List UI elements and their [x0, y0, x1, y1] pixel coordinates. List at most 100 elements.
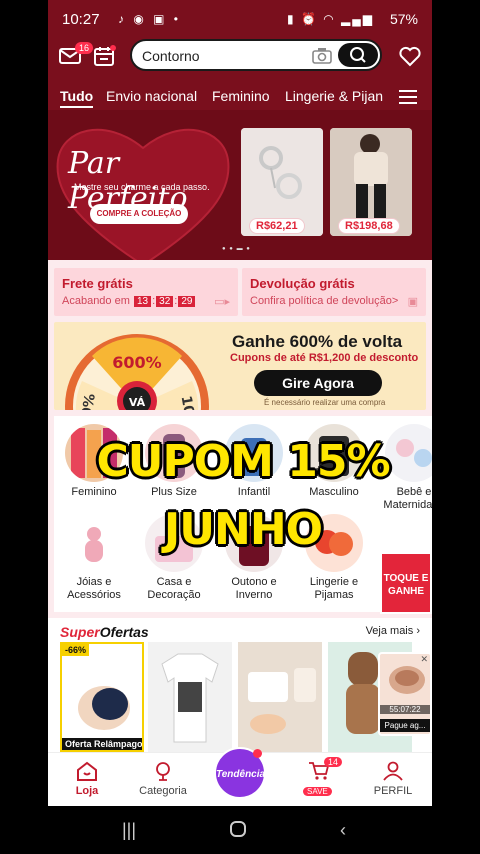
- category-label: Infantil: [237, 486, 271, 498]
- wheel-subtitle: Cupons de até R$1,200 de desconto: [230, 352, 419, 364]
- status-time: 10:27: [62, 11, 100, 28]
- battery-level: 57%: [389, 11, 418, 27]
- pay-now-button[interactable]: Pague ag...: [380, 719, 430, 732]
- category-casa[interactable]: Casa e Decoração: [134, 514, 214, 602]
- category-label: Bebê e Maternidade: [383, 486, 432, 511]
- category-lingerie[interactable]: Lingerie e Pijamas: [294, 514, 374, 602]
- free-returns-card[interactable]: Devolução grátis Confira política de dev…: [242, 268, 426, 316]
- product-price: R$62,21: [249, 218, 305, 234]
- nav-loja[interactable]: Loja: [52, 761, 122, 797]
- mail-icon[interactable]: 16: [58, 42, 94, 68]
- offer-card-skincare[interactable]: [238, 642, 322, 752]
- status-bar: 10:27 ♪ ◉ ▣ • ▮ ⏰ ◠ ▂▄▆ 57%: [48, 0, 432, 38]
- powder-compact-image: [78, 686, 130, 730]
- tab-envio-nacional[interactable]: Envio nacional: [106, 88, 197, 104]
- wheel-top-value: 600%: [112, 353, 161, 372]
- cart-count-badge: 14: [324, 757, 343, 767]
- top-header: 16 Contorno: [48, 36, 432, 76]
- tab-tudo[interactable]: Tudo: [60, 88, 94, 108]
- tap-and-win-badge[interactable]: TOQUE E GANHE: [380, 552, 432, 614]
- category-image: [305, 514, 363, 572]
- spin-wheel-banner[interactable]: 600% VÁ 00% 100 Ganhe 600% de volta Cupo…: [54, 322, 426, 410]
- app-screen: 10:27 ♪ ◉ ▣ • ▮ ⏰ ◠ ▂▄▆ 57% 16 Contorno: [48, 0, 432, 854]
- nav-cart[interactable]: 14 SAVE: [284, 757, 354, 796]
- wheel-center-label: VÁ: [129, 396, 146, 409]
- timer-hours: 13: [133, 296, 152, 307]
- category-image: [305, 424, 363, 482]
- home-icon: [76, 761, 98, 781]
- spin-now-button[interactable]: Gire Agora: [254, 370, 382, 396]
- category-bebe[interactable]: Bebê e Maternidade: [374, 424, 432, 512]
- see-more-link[interactable]: Veja mais ›: [366, 625, 420, 637]
- see-more-label: Veja mais: [365, 625, 414, 637]
- category-outono-inverno[interactable]: Outono e Inverno: [214, 514, 294, 602]
- search-input[interactable]: Contorno: [130, 39, 382, 71]
- tshirt-image: [161, 653, 219, 743]
- category-feminino[interactable]: Feminino: [54, 424, 134, 499]
- home-button-icon[interactable]: [229, 820, 247, 843]
- return-box-icon: ▣: [407, 296, 418, 308]
- hero-banner[interactable]: Par Perfeito Mostre seu charme a cada pa…: [48, 110, 432, 267]
- category-label: Plus Size: [151, 486, 197, 498]
- tab-lingerie[interactable]: Lingerie & Pijan: [285, 88, 383, 104]
- category-label: Feminino: [71, 486, 117, 498]
- category-plus-size[interactable]: Plus Size: [134, 424, 214, 499]
- category-infantil[interactable]: Infantil: [214, 424, 294, 499]
- banner-product-boots[interactable]: R$198,68: [330, 128, 412, 236]
- offer-card-powder[interactable]: -66% Oferta Relâmpago: [60, 642, 144, 752]
- calendar-dot: [110, 45, 116, 51]
- category-masculino[interactable]: Masculino: [294, 424, 374, 499]
- android-navigation-bar: ||| ‹: [0, 806, 480, 854]
- category-image: [225, 514, 283, 572]
- camera-icon[interactable]: [312, 47, 332, 65]
- category-image: [145, 424, 203, 482]
- banner-product-earrings[interactable]: R$62,21: [241, 128, 323, 236]
- shop-collection-button[interactable]: COMPRE A COLEÇÃO: [90, 204, 188, 224]
- flash-offer-label: Oferta Relâmpago: [62, 738, 142, 750]
- free-shipping-card[interactable]: Frete grátis Acabando em 13:32:29 ▭▸: [54, 268, 238, 316]
- menu-icon[interactable]: [398, 88, 418, 106]
- discount-badge: -66%: [62, 644, 90, 656]
- category-grid: Feminino Plus Size Infantil Masculino Be…: [54, 416, 432, 612]
- bottom-navigation: Loja Categoria Tendências 14 SAVE PERFIL: [48, 747, 432, 806]
- product-price: R$198,68: [338, 218, 400, 234]
- nav-perfil[interactable]: PERFIL: [358, 761, 428, 797]
- floating-live-video[interactable]: ✕ 55:07:22 Pague ag...: [378, 652, 432, 736]
- carousel-indicator: ● ● ▬ ●: [222, 246, 251, 252]
- category-image: [385, 424, 432, 482]
- nav-categoria[interactable]: Categoria: [128, 761, 198, 797]
- back-icon[interactable]: ‹: [340, 820, 346, 841]
- notification-dot: [253, 749, 262, 758]
- category-label: Outono e Inverno: [231, 576, 277, 601]
- recent-apps-icon[interactable]: |||: [122, 820, 136, 841]
- category-image: [145, 514, 203, 572]
- nav-tendencias[interactable]: Tendências: [214, 747, 271, 799]
- free-returns-sub: Confira política de devolução>: [250, 295, 399, 307]
- close-icon[interactable]: ✕: [420, 654, 428, 665]
- nav-label: Loja: [75, 785, 99, 797]
- banner-subtitle: Mostre seu charme a cada passo.: [74, 182, 210, 192]
- calendar-icon[interactable]: [92, 44, 116, 68]
- search-text: Contorno: [142, 48, 200, 64]
- free-returns-title: Devolução grátis: [250, 276, 355, 291]
- categories-icon: [152, 761, 174, 781]
- super-offers-title: SuperOfertas: [60, 624, 149, 640]
- countdown-label: Acabando em: [62, 295, 130, 307]
- mail-badge: 16: [75, 42, 94, 54]
- offer-card-tshirt[interactable]: [148, 642, 232, 752]
- category-label: Lingerie e Pijamas: [309, 576, 359, 601]
- timer-seconds: 29: [178, 296, 196, 307]
- category-image: [65, 424, 123, 482]
- tab-feminino[interactable]: Feminino: [212, 88, 270, 104]
- category-label: Masculino: [309, 486, 359, 498]
- category-joias[interactable]: Jóias e Acessórios: [54, 514, 134, 602]
- cart-save-badge: SAVE: [303, 787, 332, 796]
- nav-label: Tendências: [216, 769, 271, 780]
- free-shipping-countdown: Acabando em 13:32:29: [62, 295, 196, 307]
- search-button[interactable]: [338, 43, 378, 67]
- wheel-title: Ganhe 600% de volta: [232, 332, 403, 351]
- free-shipping-title: Frete grátis: [62, 276, 133, 291]
- system-icons: ▮ ⏰ ◠ ▂▄▆: [287, 12, 374, 26]
- wishlist-heart-icon[interactable]: [398, 44, 422, 68]
- title-part-b: Ofertas: [99, 624, 149, 640]
